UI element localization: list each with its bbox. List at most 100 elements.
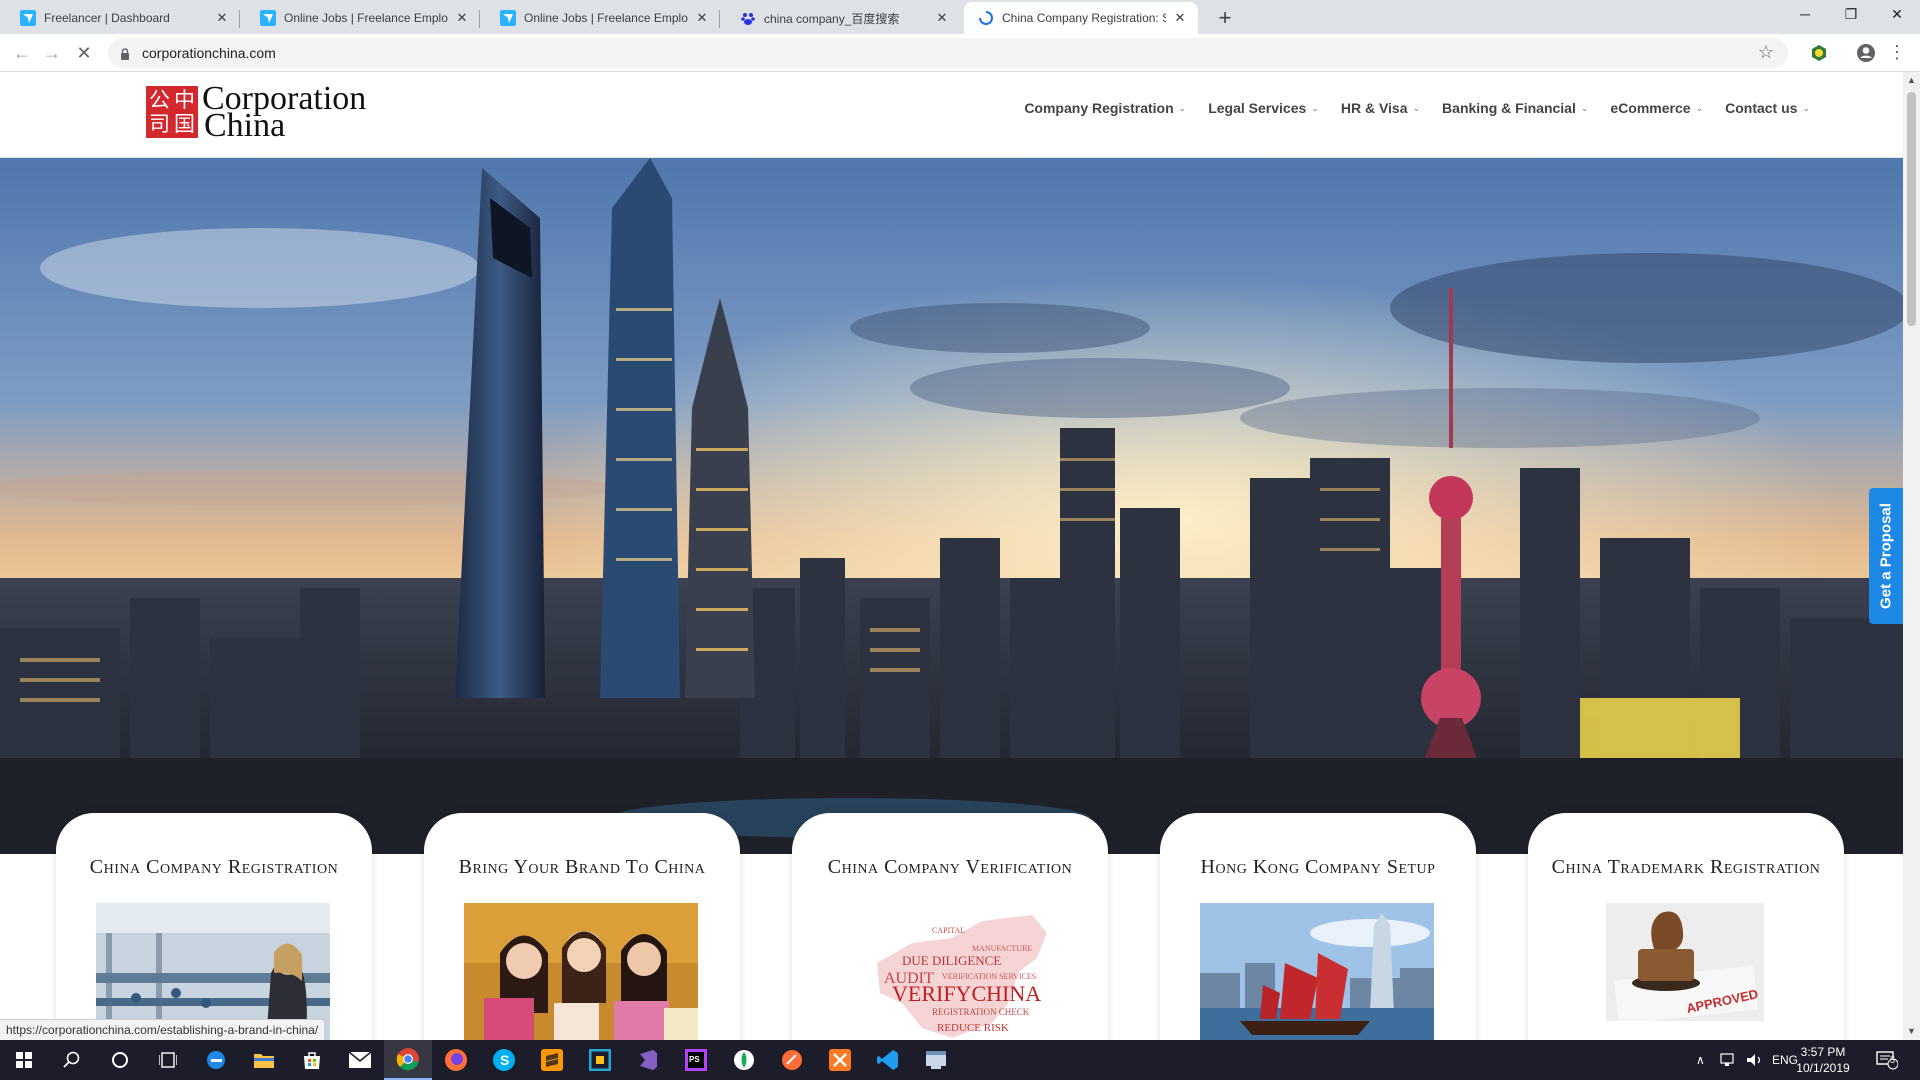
mail-icon[interactable] [336,1040,384,1080]
cortana-icon[interactable] [96,1040,144,1080]
windows-start-icon[interactable] [0,1040,48,1080]
volume-icon[interactable] [1746,1040,1764,1080]
new-tab-button[interactable]: + [1212,6,1238,32]
firefox-icon[interactable] [432,1040,480,1080]
site-logo[interactable]: 公中 司国 Corporation China [146,80,367,144]
notification-count: 5 [1890,1055,1896,1065]
stop-loading-button[interactable]: ✕ [72,41,96,65]
service-card-hong-kong-setup[interactable]: Hong Kong Company Setup [1160,813,1476,1043]
card-title[interactable]: China Company Registration [66,855,362,879]
windows-taskbar: S PS ∧ ENG 3:57 PM 10/1/2019 5 [0,1040,1920,1080]
chevron-down-icon: ⌄ [1412,102,1421,113]
close-tab-icon[interactable]: ✕ [454,10,470,26]
app-icon[interactable] [576,1040,624,1080]
browser-tab[interactable]: china company_百度搜索 ✕ [726,2,960,34]
hero-shanghai-skyline-image [0,158,1903,854]
freelancer-icon [500,10,516,26]
task-view-icon[interactable] [144,1040,192,1080]
nav-banking-financial[interactable]: Banking & Financial ⌄ [1442,100,1588,116]
tab-title: Freelancer | Dashboard [44,11,170,25]
card-title[interactable]: Hong Kong Company Setup [1170,855,1466,879]
service-card-company-registration[interactable]: China Company Registration [56,813,372,1043]
card-title[interactable]: China Company Verification [802,855,1098,879]
back-button[interactable]: ← [10,41,34,65]
svg-text:CAPITAL: CAPITAL [932,926,965,935]
nav-ecommerce[interactable]: eCommerce ⌄ [1610,100,1703,116]
tab-title: Online Jobs | Freelance Employm [284,11,448,25]
mongodb-icon[interactable] [720,1040,768,1080]
maximize-button[interactable]: ❐ [1828,0,1874,30]
phpstorm-icon[interactable]: PS [672,1040,720,1080]
site-header: 公中 司国 Corporation China Company Registra… [0,72,1903,158]
hong-kong-harbour-photo[interactable] [1200,903,1434,1043]
link-status-bubble: https://corporationchina.com/establishin… [0,1019,326,1040]
chevron-down-icon: ⌄ [1178,102,1187,113]
nav-company-registration[interactable]: Company Registration ⌄ [1024,100,1186,116]
scroll-up-icon[interactable]: ▲ [1903,72,1920,89]
close-tab-icon[interactable]: ✕ [694,10,710,26]
minimize-button[interactable]: ─ [1782,0,1828,30]
chrome-icon[interactable] [384,1040,432,1080]
search-icon[interactable] [48,1040,96,1080]
svg-text:REGISTRATION CHECK: REGISTRATION CHECK [932,1007,1030,1017]
approved-stamp-photo[interactable]: APPROVED [1606,903,1764,1021]
skype-icon[interactable]: S [480,1040,528,1080]
browser-toolbar: ← → ✕ corporationchina.com ☆ ⋮ [0,34,1920,72]
browser-tab[interactable]: Freelancer | Dashboard ✕ [6,2,240,34]
close-tab-icon[interactable]: ✕ [1172,10,1188,26]
svg-text:VERIFYCHINA: VERIFYCHINA [892,981,1041,1006]
close-tab-icon[interactable]: ✕ [214,10,230,26]
main-nav: Company Registration ⌄ Legal Services ⌄ HR… [1002,100,1810,116]
svg-text:PS: PS [689,1055,700,1064]
browser-tab-active[interactable]: China Company Registration: Sha ✕ [964,2,1198,34]
system-clock[interactable]: 3:57 PM 10/1/2019 [1788,1044,1858,1076]
chevron-down-icon: ⌄ [1580,102,1589,113]
notifications-icon[interactable]: 5 [1876,1040,1898,1080]
logo-wordmark: Corporation China [202,80,367,144]
app-window-icon[interactable] [912,1040,960,1080]
browser-tab[interactable]: Online Jobs | Freelance Employm ✕ [246,2,480,34]
card-title[interactable]: Bring Your Brand To China [434,855,730,879]
edge-icon[interactable] [192,1040,240,1080]
address-bar[interactable]: corporationchina.com ☆ [108,38,1788,68]
page-scrollbar[interactable]: ▲ ▼ [1903,72,1920,1040]
xampp-icon[interactable] [816,1040,864,1080]
china-map-word-cloud[interactable]: CAPITAL DUE DILIGENCE AUDIT VERIFYCHINA … [832,903,1066,1043]
close-tab-icon[interactable]: ✕ [934,10,950,26]
tab-title: Online Jobs | Freelance Employm [524,11,688,25]
menu-kebab-icon[interactable]: ⋮ [1886,42,1908,64]
service-card-bring-your-brand[interactable]: Bring Your Brand To China [424,813,740,1043]
service-card-company-verification[interactable]: China Company Verification CAPITAL DUE D… [792,813,1108,1043]
store-icon[interactable] [288,1040,336,1080]
network-icon[interactable] [1720,1040,1738,1080]
card-title[interactable]: China Trademark Registration [1538,855,1834,879]
file-explorer-icon[interactable] [240,1040,288,1080]
bookmark-star-icon[interactable]: ☆ [1758,42,1774,63]
svg-text:REDUCE RISK: REDUCE RISK [937,1022,1009,1034]
extension-icon[interactable] [1808,42,1830,64]
close-window-button[interactable]: ✕ [1874,0,1920,30]
lock-icon[interactable] [120,47,130,65]
url-text[interactable]: corporationchina.com [142,45,276,61]
service-card-trademark-registration[interactable]: China Trademark Registration APPROVED [1528,813,1844,1043]
scrollbar-thumb[interactable] [1907,92,1916,326]
shopping-women-photo[interactable] [464,903,698,1043]
scroll-down-icon[interactable]: ▼ [1903,1023,1920,1040]
logo-seal: 公中 司国 [146,86,198,138]
browser-tab[interactable]: Online Jobs | Freelance Employm ✕ [486,2,720,34]
loading-icon [978,10,994,26]
baidu-icon [740,10,756,26]
sublime-text-icon[interactable] [528,1040,576,1080]
nav-legal-services[interactable]: Legal Services ⌄ [1208,100,1319,116]
show-hidden-icons[interactable]: ∧ [1696,1040,1705,1080]
profile-icon[interactable] [1855,42,1877,64]
svg-text:DUE DILIGENCE: DUE DILIGENCE [902,953,1001,968]
vscode-icon[interactable] [864,1040,912,1080]
visual-studio-icon[interactable] [624,1040,672,1080]
forward-button[interactable]: → [40,41,64,65]
chevron-down-icon: ⌄ [1311,102,1319,113]
get-a-proposal-button[interactable]: Get a Proposal [1869,488,1903,624]
nav-contact-us[interactable]: Contact us ⌄ [1725,100,1810,116]
postman-icon[interactable] [768,1040,816,1080]
nav-hr-visa[interactable]: HR & Visa ⌄ [1341,100,1420,116]
